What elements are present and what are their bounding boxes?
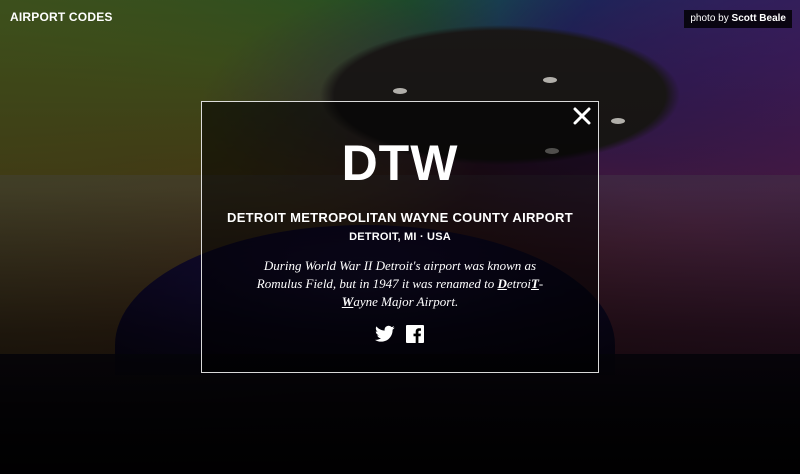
- facebook-icon[interactable]: [405, 325, 425, 343]
- ceiling-light: [393, 88, 407, 94]
- close-icon[interactable]: [571, 105, 593, 127]
- airport-code: DTW: [341, 135, 459, 191]
- airport-location: DETROIT, MI · USA: [349, 231, 451, 243]
- credit-prefix: photo by: [690, 13, 729, 24]
- description-highlight: W: [341, 294, 354, 309]
- credit-name: Scott Beale: [731, 13, 786, 24]
- twitter-icon[interactable]: [375, 325, 395, 343]
- photo-credit[interactable]: photo by Scott Beale: [684, 10, 792, 28]
- airport-description: During World War II Detroit's airport wa…: [240, 257, 560, 311]
- description-text: During World War II Detroit's airport wa…: [256, 258, 537, 291]
- ceiling-light: [611, 118, 625, 124]
- description-highlight: T: [530, 276, 539, 291]
- ceiling-light: [543, 77, 557, 83]
- share-links: [202, 325, 598, 343]
- airport-name: DETROIT METROPOLITAN WAYNE COUNTY AIRPOR…: [227, 210, 573, 225]
- description-text: -: [538, 276, 544, 291]
- brand-link[interactable]: AIRPORT CODES: [10, 10, 113, 24]
- description-text: ayne Major Airport.: [353, 294, 459, 309]
- description-text: etroi: [506, 276, 531, 291]
- description-highlight: D: [497, 276, 507, 291]
- page: AIRPORT CODES photo by Scott Beale DTW D…: [0, 0, 800, 474]
- airport-modal: DTW DETROIT METROPOLITAN WAYNE COUNTY AI…: [201, 101, 599, 373]
